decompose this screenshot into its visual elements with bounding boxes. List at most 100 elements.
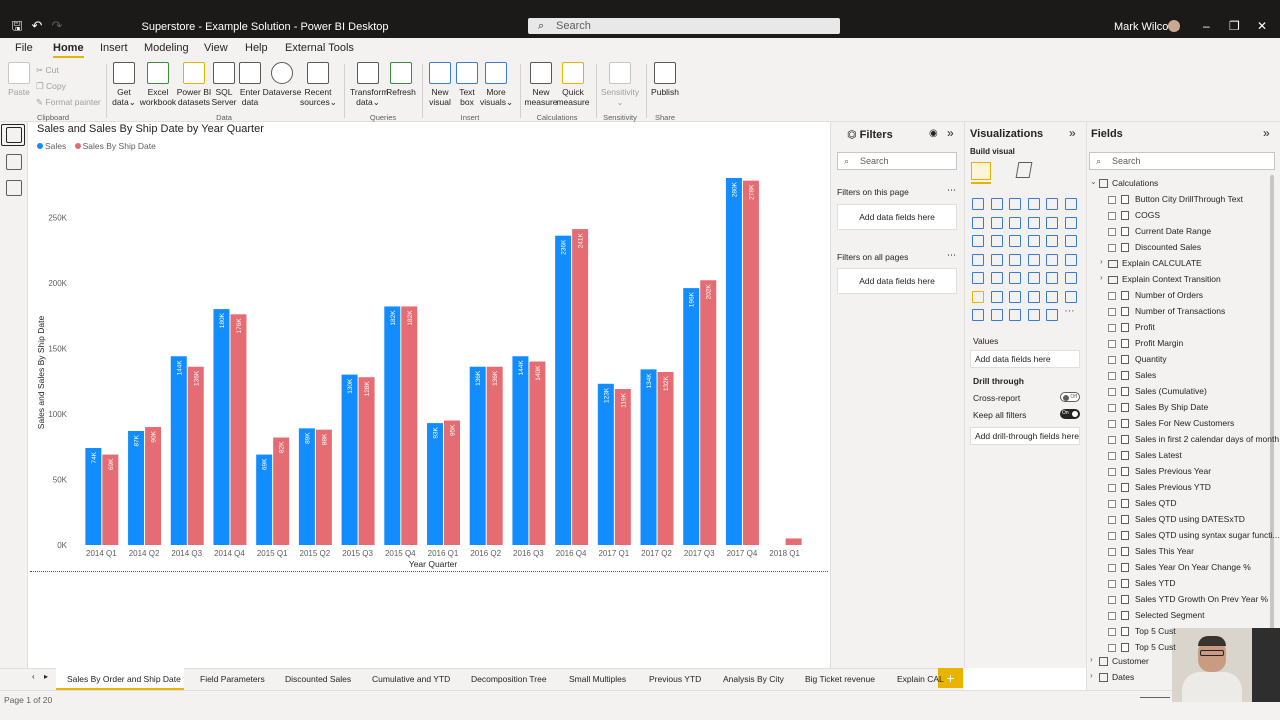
legend-item-ship[interactable]: Sales By Ship Date <box>74 141 156 151</box>
excel-workbook-button[interactable]: Excel workbook <box>138 62 178 107</box>
chart-bar[interactable] <box>657 371 674 545</box>
menu-insert[interactable]: Insert <box>100 42 128 54</box>
chart-bar[interactable] <box>128 430 145 545</box>
page-tab[interactable]: Field Parameters <box>200 674 265 684</box>
chart-bar[interactable] <box>170 356 187 545</box>
visual-type-icon[interactable] <box>990 198 1003 210</box>
visual-type-icon[interactable] <box>1046 235 1058 247</box>
checkbox[interactable] <box>1108 580 1116 588</box>
page-tab[interactable]: Big Ticket revenue <box>805 674 875 684</box>
page-tab[interactable]: Cumulative and YTD <box>372 674 450 684</box>
restore-icon[interactable]: ❐ <box>1229 19 1240 33</box>
visual-type-icon[interactable] <box>990 290 1003 303</box>
checkbox[interactable] <box>1108 484 1116 492</box>
tab-next-icon[interactable]: ▸ <box>44 672 48 681</box>
quick-measure-button[interactable]: Quick measure <box>556 62 590 107</box>
text-box-button[interactable]: Text box <box>455 62 479 107</box>
checkbox[interactable] <box>1108 564 1116 572</box>
chart-bar[interactable] <box>555 235 572 545</box>
checkbox[interactable] <box>1108 228 1116 236</box>
chart-bar[interactable] <box>384 306 401 545</box>
checkbox[interactable] <box>1108 388 1116 396</box>
checkbox[interactable] <box>1108 196 1116 204</box>
chart-bar[interactable] <box>213 309 230 545</box>
more-visuals-button[interactable]: More visuals⌄ <box>480 62 513 107</box>
visual-type-icon[interactable] <box>1064 198 1077 210</box>
chart-bar[interactable] <box>341 374 358 545</box>
chart-bar[interactable] <box>427 423 443 545</box>
visual-type-icon[interactable] <box>1027 290 1040 303</box>
visual-type-icon[interactable] <box>1027 253 1040 266</box>
new-measure-button[interactable]: New measure <box>524 62 558 107</box>
report-view-icon[interactable] <box>6 127 22 143</box>
redo-icon[interactable]: ↷ <box>50 19 64 33</box>
visual-type-icon[interactable] <box>1009 309 1021 321</box>
cross-report-toggle[interactable]: Off <box>1060 392 1080 402</box>
menu-external-tools[interactable]: External Tools <box>285 42 354 54</box>
paste-button[interactable]: Paste <box>8 62 30 97</box>
checkbox[interactable] <box>1108 468 1116 476</box>
more-visuals-icon[interactable]: ⋯ <box>1065 306 1075 317</box>
visual-type-icon[interactable] <box>1046 272 1058 284</box>
checkbox[interactable] <box>1108 356 1116 364</box>
chart-bar[interactable] <box>512 356 529 545</box>
chart-bar[interactable] <box>444 420 460 545</box>
drill-through-well[interactable]: Add drill-through fields here <box>970 427 1080 445</box>
checkbox[interactable] <box>1108 212 1116 220</box>
build-visual-tab-icon[interactable] <box>971 162 991 180</box>
visual-type-icon[interactable] <box>990 309 1003 321</box>
copy-button[interactable]: ❐ Copy <box>36 81 66 92</box>
chart-bar[interactable] <box>529 361 546 546</box>
format-visual-tab-icon[interactable] <box>1015 162 1033 178</box>
visual-type-icon[interactable] <box>1046 198 1058 210</box>
visual-type-icon[interactable] <box>990 272 1003 284</box>
get-data-button[interactable]: Get data⌄ <box>112 62 136 107</box>
visual-type-icon[interactable] <box>990 235 1003 247</box>
sensitivity-button[interactable]: Sensitivity ⌄ <box>600 62 640 107</box>
visual-type-icon[interactable] <box>972 290 984 303</box>
visual-type-icon[interactable] <box>1046 309 1058 321</box>
chart-bar[interactable] <box>469 366 486 545</box>
visual-type-icon[interactable] <box>972 309 984 321</box>
visual-type-icon[interactable] <box>1064 272 1077 284</box>
checkbox[interactable] <box>1108 420 1116 428</box>
page-tab[interactable]: Explain CAL <box>897 674 944 684</box>
cut-button[interactable]: ✂ Cut <box>36 65 59 76</box>
menu-help[interactable]: Help <box>245 42 268 54</box>
page-tab[interactable]: Analysis By City <box>723 674 784 684</box>
page-tab[interactable]: Decomposition Tree <box>471 674 547 684</box>
menu-view[interactable]: View <box>204 42 228 54</box>
checkbox[interactable] <box>1108 532 1116 540</box>
avatar[interactable] <box>1168 20 1180 32</box>
global-search[interactable]: ⌕ Search <box>528 18 840 34</box>
visual-type-icon[interactable] <box>1027 272 1040 284</box>
chart-bar[interactable] <box>230 314 247 545</box>
visual-type-icon[interactable] <box>990 216 1003 229</box>
filters-all-well[interactable]: Add data fields here <box>837 268 957 294</box>
checkbox[interactable] <box>1108 516 1116 524</box>
format-painter-button[interactable]: ✎ Format painter <box>36 97 101 108</box>
chart-bar[interactable] <box>785 538 802 545</box>
visual-type-icon[interactable] <box>1027 198 1040 210</box>
visual-type-icon[interactable] <box>1009 235 1021 247</box>
enter-data-button[interactable]: Enter data <box>238 62 262 107</box>
chart-bar[interactable] <box>187 366 204 545</box>
legend-item-sales[interactable]: Sales <box>37 141 66 151</box>
page-tab[interactable]: Previous YTD <box>649 674 701 684</box>
chart-bar[interactable] <box>486 366 503 545</box>
chart-bar[interactable] <box>700 280 717 545</box>
page-tab[interactable]: Discounted Sales <box>285 674 351 684</box>
checkbox[interactable] <box>1108 628 1116 636</box>
visual-type-icon[interactable] <box>1046 216 1058 229</box>
visual-type-icon[interactable] <box>1064 235 1077 247</box>
fields-search[interactable]: ⌕ Search <box>1089 152 1275 170</box>
chart-bar[interactable] <box>298 428 315 545</box>
chart-bar[interactable] <box>572 229 589 545</box>
transform-data-button[interactable]: Transform data⌄ <box>350 62 388 107</box>
visual-type-icon[interactable] <box>1046 253 1058 266</box>
visual-type-icon[interactable] <box>1046 290 1058 303</box>
model-view-icon[interactable] <box>6 180 22 196</box>
checkbox[interactable] <box>1108 452 1116 460</box>
menu-file[interactable]: File <box>15 42 33 54</box>
powerbi-datasets-button[interactable]: Power BI datasets <box>176 62 212 107</box>
